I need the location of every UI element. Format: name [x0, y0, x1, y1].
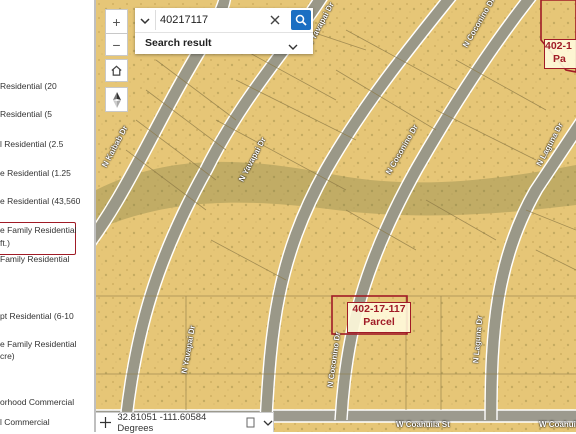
parcel-label-partial[interactable]: 402-1 Pa [544, 39, 576, 69]
copy-icon[interactable] [246, 417, 255, 428]
legend-item: l Commercial [0, 417, 50, 427]
coordinate-format-dropdown[interactable] [263, 419, 273, 427]
coordinate-readout: 32.81051 -111.60584 Degrees [117, 411, 207, 434]
legend-item: Residential (5 [0, 109, 52, 119]
search-separator [155, 10, 156, 30]
close-icon [270, 15, 280, 25]
zoom-out-button[interactable]: − [105, 33, 128, 56]
home-icon [111, 65, 122, 76]
legend-item: Family Residential [0, 254, 70, 264]
chevron-down-icon [140, 18, 150, 25]
parcel-number: 402-1 [545, 40, 572, 52]
street-label: W Coahuila St [396, 420, 450, 429]
parcel-type: Pa [553, 53, 566, 65]
legend-panel: Residential (20 Residential (5 l Residen… [0, 0, 95, 432]
coordinate-bar: 32.81051 -111.60584 Degrees [96, 411, 274, 434]
chevron-down-icon [288, 44, 298, 50]
clear-search-button[interactable] [269, 13, 283, 27]
parcel-number: 402-17-117 [352, 303, 406, 315]
search-result-toggle[interactable] [287, 39, 299, 57]
legend-item: orhood Commercial [0, 397, 75, 407]
parcel-type: Parcel [363, 316, 395, 328]
parcel-label-selected[interactable]: 402-17-117 Parcel [347, 302, 411, 333]
legend-item: l Residential (2.5 [0, 139, 64, 149]
legend-item: e Family Residential [0, 225, 77, 235]
legend-item: Residential (20 [0, 81, 57, 91]
legend-item: pt Residential (6-10 [0, 311, 74, 321]
zoom-in-button[interactable]: + [105, 9, 128, 33]
search-widget: Search result [135, 8, 313, 54]
map-view[interactable]: 402-17-117 Parcel 402-1 Pa N Kaibab Dr N… [96, 0, 576, 432]
search-source-dropdown[interactable] [139, 14, 153, 26]
legend-item: cre) [0, 351, 15, 361]
home-button[interactable] [105, 59, 128, 82]
legend-item: e Family Residential [0, 339, 77, 349]
legend-item: e Residential (43,560 [0, 196, 81, 206]
chevron-down-icon [263, 420, 273, 426]
crosshair-icon[interactable] [98, 417, 113, 428]
search-button[interactable] [291, 10, 311, 30]
street-label: W Coahuil [539, 420, 576, 429]
compass-button[interactable] [105, 87, 128, 112]
search-icon [295, 14, 307, 26]
compass-icon [112, 91, 121, 108]
search-divider [135, 32, 313, 33]
legend-item: e Residential (1.25 [0, 168, 71, 178]
search-result-label: Search result [145, 37, 212, 49]
legend-item: ft.) [0, 238, 10, 248]
